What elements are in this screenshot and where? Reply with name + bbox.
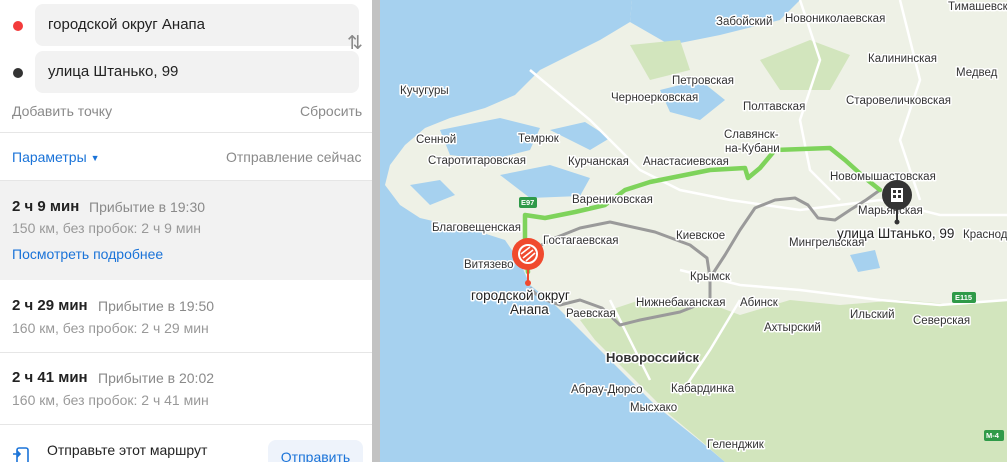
- place-label: Мысхако: [630, 402, 677, 414]
- place-label: на-Кубани: [725, 143, 780, 155]
- place-label: Северская: [913, 315, 970, 327]
- route-duration: 2 ч 29 мин: [12, 297, 88, 314]
- svg-text:E115: E115: [955, 293, 972, 302]
- place-label: Варениковская: [572, 194, 653, 206]
- place-label: Геленджик: [707, 439, 765, 451]
- route-option-1[interactable]: 2 ч 9 мин Прибытие в 19:30 150 км, без п…: [0, 181, 372, 280]
- from-input[interactable]: городской округ Анапа: [35, 4, 359, 46]
- map[interactable]: E97 E115 М-4 Забойский Новониколаевская …: [380, 0, 1007, 462]
- route-duration: 2 ч 9 мин: [12, 198, 80, 215]
- place-label: Благовещенская: [432, 222, 521, 234]
- place-label: Ахтырский: [764, 322, 821, 334]
- place-label: Калининская: [868, 53, 937, 65]
- departure-time[interactable]: Отправление сейчас: [226, 149, 361, 165]
- start-dot-icon: [13, 21, 23, 31]
- place-label: Кучугуры: [400, 85, 449, 97]
- end-dot-icon: [13, 68, 23, 78]
- route-option-3[interactable]: 2 ч 41 мин Прибытие в 20:02 160 км, без …: [0, 353, 372, 423]
- place-label: Анастасиевская: [643, 156, 729, 168]
- waypoint-from-row: городской округ Анапа: [0, 4, 372, 48]
- place-label: Новомышастовская: [830, 171, 936, 183]
- divider: [0, 424, 372, 425]
- place-label: Витязево: [464, 259, 514, 271]
- add-point-button[interactable]: Добавить точку: [12, 103, 112, 119]
- route-arrival: Прибытие в 19:30: [89, 199, 206, 215]
- place-label: Старовеличковская: [846, 95, 951, 107]
- place-label: Сенной: [416, 134, 456, 146]
- caret-down-icon: ▼: [90, 153, 100, 163]
- send-route-text: Отправьте этот маршрут: [47, 442, 208, 458]
- road-shield-e115: E115: [952, 292, 976, 303]
- place-label: Кабардинка: [671, 383, 735, 395]
- divider: [0, 132, 372, 133]
- place-label: Новониколаевская: [785, 13, 885, 25]
- place-label: Ильский: [850, 309, 895, 321]
- route-details: 150 км, без пробок: 2 ч 9 мин: [12, 220, 201, 236]
- svg-text:М-4: М-4: [986, 431, 1000, 440]
- place-label: Курчанская: [568, 156, 629, 168]
- place-label: Раевская: [566, 308, 616, 320]
- place-label: Петровская: [672, 75, 734, 87]
- place-label: Краснод: [963, 229, 1007, 241]
- reset-button[interactable]: Сбросить: [300, 103, 362, 119]
- route-arrival: Прибытие в 20:02: [98, 370, 215, 386]
- place-label: Абрау-Дюрсо: [571, 384, 643, 396]
- panel-scrollbar[interactable]: [372, 0, 380, 462]
- start-pin-label: Анапа: [510, 302, 549, 317]
- place-label: Нижнебаканская: [636, 297, 725, 309]
- send-button[interactable]: Отправить: [268, 440, 363, 462]
- place-label: Славянск-: [724, 129, 779, 141]
- svg-text:E97: E97: [521, 198, 534, 207]
- route-panel: городской округ Анапа ⇅ улица Штанько, 9…: [0, 0, 372, 462]
- route-duration: 2 ч 41 мин: [12, 369, 88, 386]
- place-label: Абинск: [740, 297, 779, 309]
- place-label: Черноерковская: [611, 92, 698, 104]
- route-details-link[interactable]: Посмотреть подробнее: [12, 246, 163, 262]
- road-shield-m4: М-4: [984, 430, 1004, 441]
- route-details: 160 км, без пробок: 2 ч 29 мин: [12, 320, 209, 336]
- route-option-2[interactable]: 2 ч 29 мин Прибытие в 19:50 160 км, без …: [0, 281, 372, 351]
- finish-pin-label: улица Штанько, 99: [837, 226, 954, 241]
- to-input[interactable]: улица Штанько, 99: [35, 51, 359, 93]
- place-label: Старотитаровская: [428, 155, 526, 167]
- start-pin-label: городской округ: [471, 288, 570, 303]
- route-arrival: Прибытие в 19:50: [98, 298, 215, 314]
- place-label: Полтавская: [743, 101, 805, 113]
- road-shield-e97: E97: [519, 197, 537, 208]
- route-details: 160 км, без пробок: 2 ч 41 мин: [12, 392, 209, 408]
- place-label: Тимашевск: [948, 1, 1007, 13]
- place-label: Киевское: [676, 230, 725, 242]
- place-label: Крымск: [690, 271, 731, 283]
- waypoint-to-row: улица Штанько, 99: [0, 51, 372, 95]
- place-label: Гостагаевская: [543, 235, 619, 247]
- phone-send-icon: [13, 447, 29, 462]
- place-label: Медвед: [956, 67, 998, 79]
- params-dropdown[interactable]: Параметры ▼: [12, 149, 100, 165]
- city-label: Новороссийск: [606, 350, 699, 365]
- place-label: Забойский: [716, 16, 772, 28]
- place-label: Темрюк: [518, 133, 560, 145]
